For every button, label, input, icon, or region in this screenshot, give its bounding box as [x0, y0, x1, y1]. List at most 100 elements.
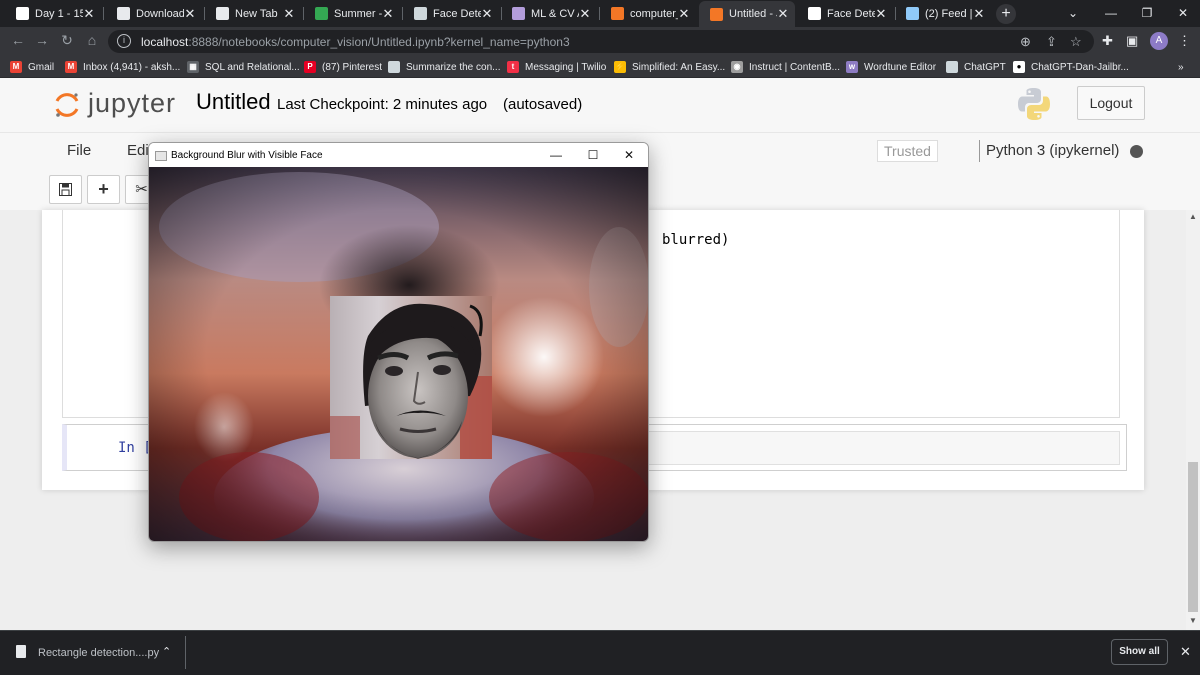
opencv-window[interactable]: Background Blur with Visible Face — ☐ ✕ — [148, 142, 649, 542]
zoom-icon[interactable]: ⊕ — [1020, 34, 1031, 50]
tab-close-icon[interactable]: ✕ — [579, 6, 591, 22]
insert-cell-button[interactable]: + — [87, 175, 120, 204]
tab-close-icon[interactable]: ✕ — [283, 6, 295, 22]
page-icon — [414, 7, 427, 20]
url-text[interactable]: localhost:8888/notebooks/computer_vision… — [141, 35, 570, 49]
tab-title: Downloads — [136, 7, 184, 20]
bookmark-star-icon[interactable]: ☆ — [1070, 34, 1082, 50]
scrollbar-thumb[interactable] — [1188, 462, 1198, 612]
tab-search-icon[interactable]: ⌄ — [1054, 0, 1092, 27]
scroll-up-icon[interactable]: ▲ — [1189, 212, 1197, 221]
bookmarks-overflow-button[interactable]: » — [1178, 59, 1184, 75]
new-tab-button[interactable]: + — [996, 4, 1016, 24]
bookmark-item[interactable]: M Inbox (4,941) - aksh... — [65, 59, 180, 75]
close-window-button[interactable]: ✕ — [1164, 0, 1200, 27]
browser-tab[interactable]: New Tab ✕ — [205, 2, 301, 25]
bookmark-item[interactable]: P (87) Pinterest — [304, 59, 382, 75]
address-bar[interactable]: i localhost:8888/notebooks/computer_visi… — [108, 30, 1094, 53]
jupyter-logo-icon[interactable] — [54, 92, 80, 118]
bookmark-item[interactable]: ● ChatGPT-Dan-Jailbr... — [1013, 59, 1129, 75]
kernel-busy-indicator — [1130, 145, 1143, 158]
tab-close-icon[interactable]: ✕ — [481, 6, 493, 22]
tab-close-icon[interactable]: ✕ — [777, 6, 789, 22]
browser-tab[interactable]: Face Detec✕ — [797, 2, 893, 25]
bookmark-label: ChatGPT-Dan-Jailbr... — [1031, 61, 1129, 73]
scroll-down-icon[interactable]: ▼ — [1189, 616, 1197, 625]
bookmark-favicon-icon: t — [507, 61, 519, 73]
bookmark-label: Wordtune Editor — [864, 61, 937, 73]
sheets-icon — [315, 7, 328, 20]
notebook-title[interactable]: Untitled — [196, 89, 271, 115]
tab-close-icon[interactable]: ✕ — [83, 6, 95, 22]
opencv-close-button[interactable]: ✕ — [612, 145, 646, 165]
bookmark-favicon-icon — [388, 61, 400, 73]
bookmark-item[interactable]: ▦ SQL and Relational... — [187, 59, 300, 75]
tab-title: New Tab — [235, 7, 278, 20]
trusted-indicator[interactable]: Trusted — [877, 140, 938, 162]
minimize-button[interactable]: — — [1092, 0, 1130, 27]
back-icon[interactable]: ← — [8, 32, 28, 48]
hourglass-icon — [710, 7, 723, 21]
bookmark-item[interactable]: ◉ Instruct | ContentB... — [731, 59, 840, 75]
show-all-button[interactable]: Show all — [1111, 639, 1168, 665]
page-icon — [512, 7, 525, 20]
browser-tab[interactable]: Summer - S✕ — [304, 2, 400, 25]
browser-toolbar: ← → ↻ ⌂ i localhost:8888/notebooks/compu… — [0, 27, 1200, 56]
maximize-button[interactable]: ❐ — [1128, 0, 1166, 27]
tab-title: Summer - S — [334, 7, 382, 20]
browser-tab[interactable]: computer_v✕ — [600, 2, 696, 25]
opencv-minimize-button[interactable]: — — [539, 145, 573, 165]
site-info-icon[interactable]: i — [117, 34, 131, 48]
page-scrollbar[interactable]: ▲ ▼ — [1186, 210, 1200, 630]
opencv-maximize-button[interactable]: ☐ — [576, 145, 610, 165]
tab-close-icon[interactable]: ✕ — [973, 6, 985, 22]
jupyter-logo-text[interactable]: jupyter — [88, 88, 176, 119]
tab-title: (2) Feed | Li — [925, 7, 973, 20]
tab-title: ML & CV AI — [531, 7, 579, 20]
bookmark-label: Messaging | Twilio — [525, 61, 607, 73]
tab-close-icon[interactable]: ✕ — [184, 6, 196, 22]
jupyter-icon — [611, 7, 624, 20]
forward-icon[interactable]: → — [32, 32, 52, 48]
browser-tab[interactable]: Downloads✕ — [106, 2, 202, 25]
profile-avatar[interactable]: A — [1150, 32, 1168, 50]
browser-tab[interactable]: ML & CV AI✕ — [501, 2, 597, 25]
tab-title: Untitled - Ju — [729, 8, 777, 20]
share-icon[interactable]: ⇪ — [1046, 34, 1057, 50]
bookmark-favicon-icon: ● — [1013, 61, 1025, 73]
tab-close-icon[interactable]: ✕ — [875, 6, 887, 22]
menu-edit[interactable]: Edi — [127, 142, 149, 159]
browser-tab[interactable]: Face Detecti✕ — [403, 2, 499, 25]
download-item-name[interactable]: Rectangle detection....py — [38, 647, 159, 659]
bookmark-item[interactable]: M Gmail — [10, 59, 54, 75]
bookmark-item[interactable]: Summarize the con... — [388, 59, 500, 75]
home-icon[interactable]: ⌂ — [82, 32, 102, 48]
download-icon — [117, 7, 130, 20]
menu-file[interactable]: File — [67, 142, 91, 159]
tab-close-icon[interactable]: ✕ — [678, 6, 690, 22]
bookmark-item[interactable]: t Messaging | Twilio — [507, 59, 606, 75]
chevron-up-icon[interactable]: ⌃ — [162, 645, 171, 658]
close-downloads-icon[interactable]: ✕ — [1180, 644, 1191, 660]
bookmark-item[interactable]: w Wordtune Editor — [846, 59, 936, 75]
input-prompt: In [ — [118, 440, 152, 456]
kernel-divider — [979, 140, 980, 162]
tab-close-icon[interactable]: ✕ — [382, 6, 394, 22]
browser-tab[interactable]: Day 1 - 15th✕ — [5, 2, 101, 25]
window-app-icon — [155, 151, 167, 161]
code-line[interactable]: blurred) — [662, 232, 729, 248]
logout-button[interactable]: Logout — [1077, 86, 1145, 120]
side-panel-icon[interactable]: ▣ — [1126, 33, 1138, 49]
bookmark-item[interactable]: ChatGPT — [946, 59, 1006, 75]
browser-tab[interactable]: Untitled - Ju✕ — [699, 1, 795, 27]
save-button[interactable] — [49, 175, 82, 204]
bookmark-item[interactable]: ⚡ Simplified: An Easy... — [614, 59, 725, 75]
cell-input-area[interactable] — [648, 431, 1120, 465]
kernel-name[interactable]: Python 3 (ipykernel) — [986, 142, 1119, 159]
opencv-titlebar[interactable]: Background Blur with Visible Face — ☐ ✕ — [149, 143, 648, 167]
bookmark-label: Simplified: An Easy... — [632, 61, 726, 73]
browser-tab[interactable]: (2) Feed | Li✕ — [895, 2, 991, 25]
extensions-icon[interactable]: ✚ — [1102, 33, 1113, 49]
menu-icon[interactable]: ⋮ — [1178, 33, 1191, 49]
reload-icon[interactable]: ↻ — [57, 32, 77, 49]
